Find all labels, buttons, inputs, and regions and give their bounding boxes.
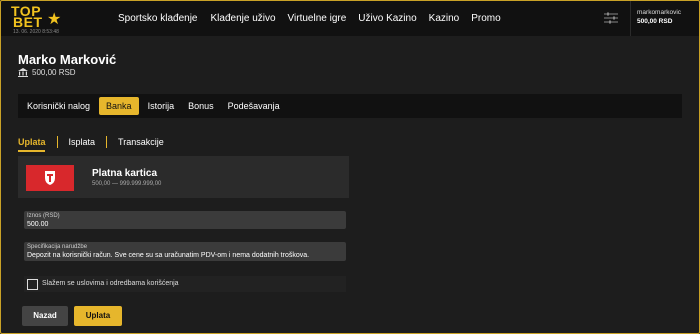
username: markomarkovic	[637, 9, 682, 16]
bank-subtabs: Uplata Isplata Transakcije	[18, 136, 175, 148]
sliders-icon[interactable]	[604, 12, 618, 24]
header-balance: 500,00 RSD	[637, 18, 673, 25]
star-icon: ★	[47, 11, 62, 28]
logo-date: 13. 06. 2020 8:53:48	[13, 29, 59, 35]
nav-uzivo-kazino[interactable]: Uživo Kazino	[358, 13, 416, 24]
topbar-divider	[630, 1, 631, 36]
deposit-button[interactable]: Uplata	[74, 306, 122, 326]
top-bar: TOP BET ★ 13. 06. 2020 8:53:48 Sportsko …	[1, 1, 699, 36]
amount-label: Iznos (RSD)	[27, 213, 60, 219]
nav-sportsko-kladjenje[interactable]: Sportsko klađenje	[118, 13, 198, 24]
active-subtab-underline	[18, 150, 45, 152]
tab-korisnicki-nalog[interactable]: Korisnički nalog	[22, 97, 95, 115]
subtab-transakcije[interactable]: Transakcije	[106, 136, 175, 148]
specification-label: Specifikacija narudžbe	[27, 244, 88, 250]
payment-method-card[interactable]: Platna kartica 500,00 — 999.999.999,00	[18, 156, 349, 198]
card-shield-icon	[45, 171, 55, 185]
terms-label[interactable]: Slažem se uslovima i odredbama korišćenj…	[42, 280, 179, 287]
specification-field[interactable]: Specifikacija narudžbe Depozit na korisn…	[24, 242, 346, 261]
page-title: Marko Marković	[18, 52, 117, 67]
amount-value: 500.00	[27, 221, 49, 228]
user-menu[interactable]: markomarkovic 500,00 RSD	[637, 9, 681, 25]
specification-value: Depozit na korisnički račun. Sve cene su…	[27, 252, 310, 259]
terms-checkbox[interactable]	[27, 279, 38, 290]
card-provider-logo	[26, 165, 74, 191]
payment-method-range: 500,00 — 999.999.999,00	[92, 181, 162, 187]
payment-method-title: Platna kartica	[92, 168, 158, 179]
topbet-logo[interactable]: TOP BET ★ 13. 06. 2020 8:53:48	[9, 3, 69, 35]
subtab-uplata[interactable]: Uplata	[18, 136, 57, 148]
main-nav: Sportsko klađenje Klađenje uživo Virtuel…	[118, 13, 513, 24]
account-balance-value: 500,00 RSD	[32, 68, 76, 77]
account-balance: 500,00 RSD	[18, 68, 76, 77]
tab-bonus[interactable]: Bonus	[183, 97, 219, 115]
account-tabs: Korisnički nalog Banka Istorija Bonus Po…	[18, 94, 682, 118]
subtab-isplata[interactable]: Isplata	[56, 136, 107, 148]
tab-podesavanja[interactable]: Podešavanja	[223, 97, 285, 115]
nav-kazino[interactable]: Kazino	[429, 13, 460, 24]
amount-field[interactable]: Iznos (RSD) 500.00	[24, 211, 346, 229]
bank-icon	[18, 68, 28, 77]
back-button[interactable]: Nazad	[22, 306, 68, 326]
nav-virtuelne-igre[interactable]: Virtuelne igre	[288, 13, 347, 24]
logo-bottom-text: BET	[13, 14, 43, 30]
tab-banka[interactable]: Banka	[99, 97, 139, 115]
nav-kladjenje-uzivo[interactable]: Klađenje uživo	[211, 13, 276, 24]
nav-promo[interactable]: Promo	[471, 13, 500, 24]
terms-row: Slažem se uslovima i odredbama korišćenj…	[24, 276, 346, 292]
tab-istorija[interactable]: Istorija	[143, 97, 180, 115]
